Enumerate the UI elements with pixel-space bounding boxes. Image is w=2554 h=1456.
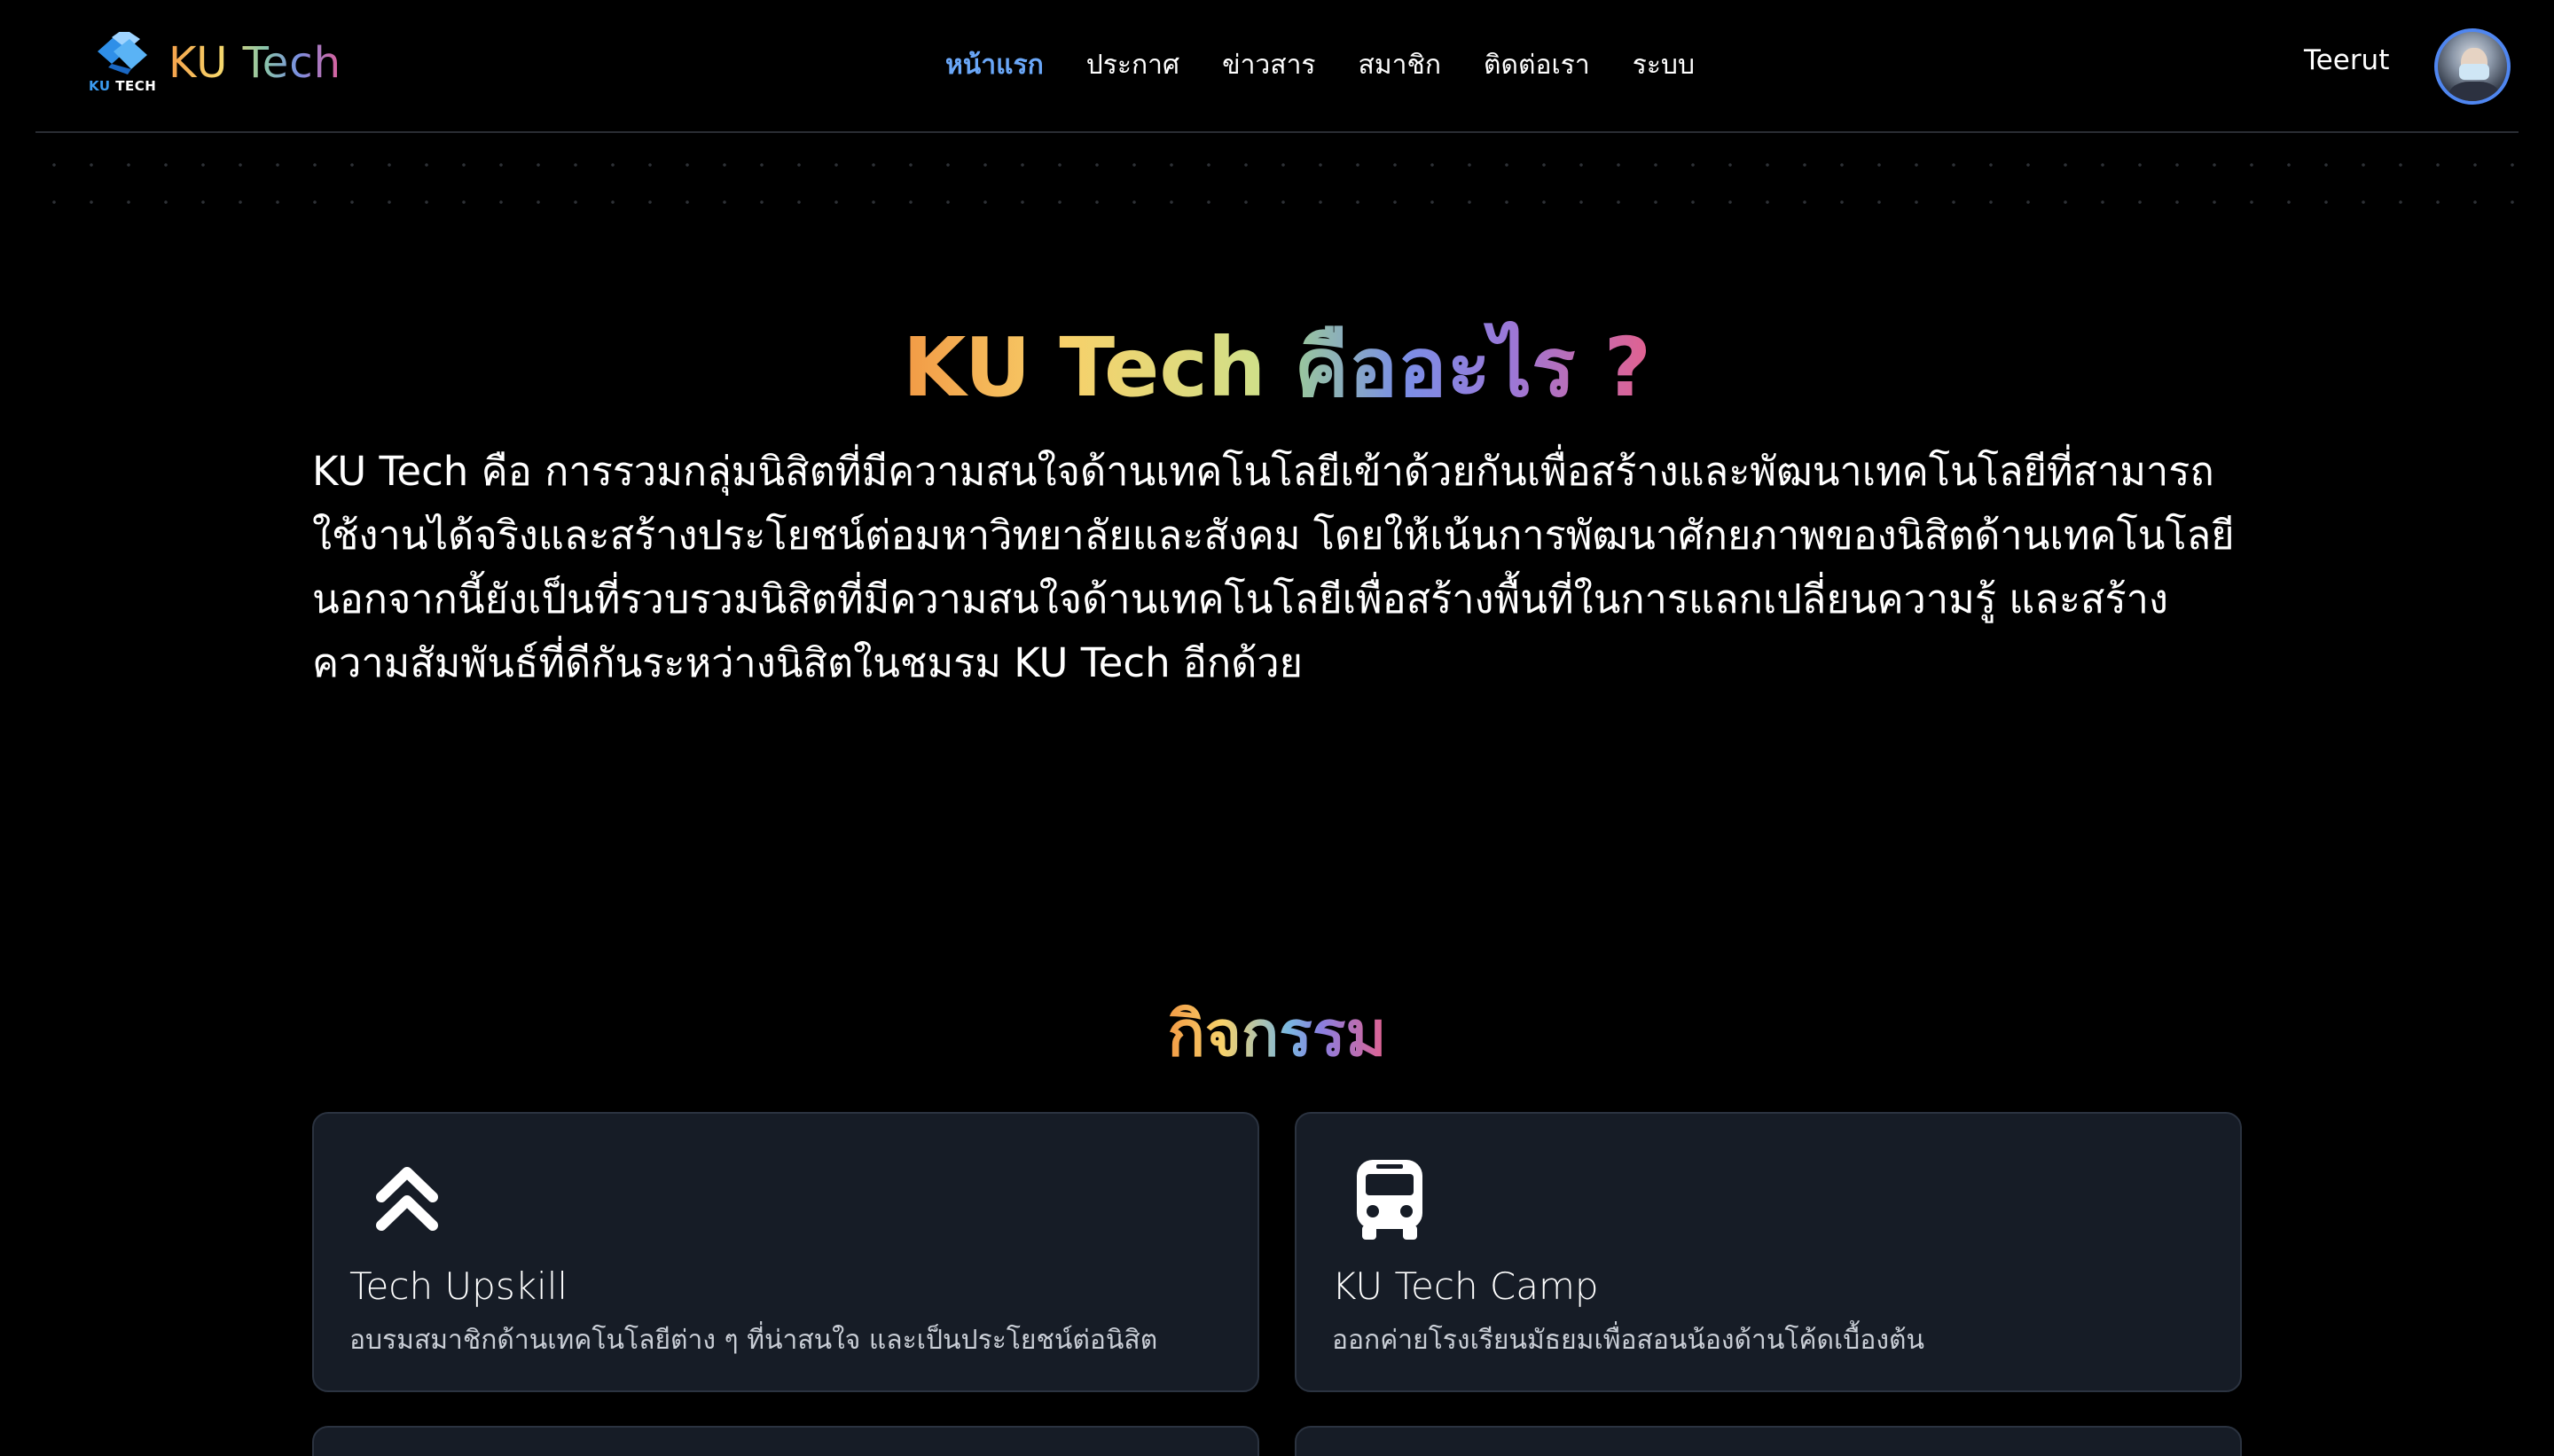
- hero-title-brand: KU Tech: [903, 320, 1266, 415]
- hero-title-question: คืออะไร ?: [1294, 320, 1651, 415]
- nav-item-announcements[interactable]: ประกาศ: [1086, 44, 1179, 86]
- hero-title: KU Tech คืออะไร ?: [0, 301, 2554, 432]
- nav-item-news[interactable]: ข่าวสาร: [1222, 44, 1315, 86]
- activity-card-title: KU Tech Camp: [1332, 1264, 1599, 1308]
- nav-item-home[interactable]: หน้าแรก: [945, 44, 1044, 86]
- brand-name: KU Tech: [168, 38, 342, 88]
- navbar: KU TECH KU Tech หน้าแรก ประกาศ ข่าวสาร ส…: [35, 0, 2519, 133]
- logo-tag-ku: KU: [89, 78, 111, 94]
- dot-pattern-decoration: [35, 146, 2519, 208]
- activity-card[interactable]: Tech Upskill อบรมสมาชิกด้านเทคโนโลยีต่าง…: [312, 1112, 1259, 1392]
- activity-card[interactable]: KU Tech Camp ออกค่ายโรงเรียนมัธยมเพื่อสอ…: [1295, 1112, 2242, 1392]
- brand-logo-link[interactable]: KU TECH KU Tech: [89, 32, 341, 94]
- double-chevron-up-icon: [367, 1155, 447, 1243]
- user-name[interactable]: Teerut: [2304, 44, 2389, 76]
- activity-card-description: อบรมสมาชิกด้านเทคโนโลยีต่าง ๆ ที่น่าสนใจ…: [349, 1325, 1158, 1356]
- activities-title: กิจกรรม: [0, 984, 2554, 1083]
- hero-description: KU Tech คือ การรวมกลุ่มนิสิตที่มีความสนใ…: [312, 448, 2235, 686]
- activity-card-partial[interactable]: [1295, 1426, 2242, 1456]
- nav-item-members[interactable]: สมาชิก: [1359, 44, 1441, 86]
- activity-card-partial[interactable]: [312, 1426, 1259, 1456]
- bus-icon: [1350, 1155, 1430, 1243]
- ku-tech-logo-icon: KU TECH: [89, 32, 156, 94]
- main-nav: หน้าแรก ประกาศ ข่าวสาร สมาชิก ติดต่อเรา …: [945, 44, 1695, 86]
- nav-item-system[interactable]: ระบบ: [1633, 44, 1695, 86]
- activity-card-title: Tech Upskill: [349, 1264, 568, 1308]
- nav-item-contact[interactable]: ติดต่อเรา: [1484, 44, 1590, 86]
- activity-card-description: ออกค่ายโรงเรียนมัธยมเพื่อสอนน้องด้านโค้ด…: [1332, 1325, 1924, 1356]
- avatar[interactable]: [2434, 28, 2511, 105]
- page: KU TECH KU Tech หน้าแรก ประกาศ ข่าวสาร ส…: [0, 0, 2554, 1456]
- activities-title-text: กิจกรรม: [1167, 998, 1387, 1070]
- logo-tag-tech: TECH: [115, 78, 157, 94]
